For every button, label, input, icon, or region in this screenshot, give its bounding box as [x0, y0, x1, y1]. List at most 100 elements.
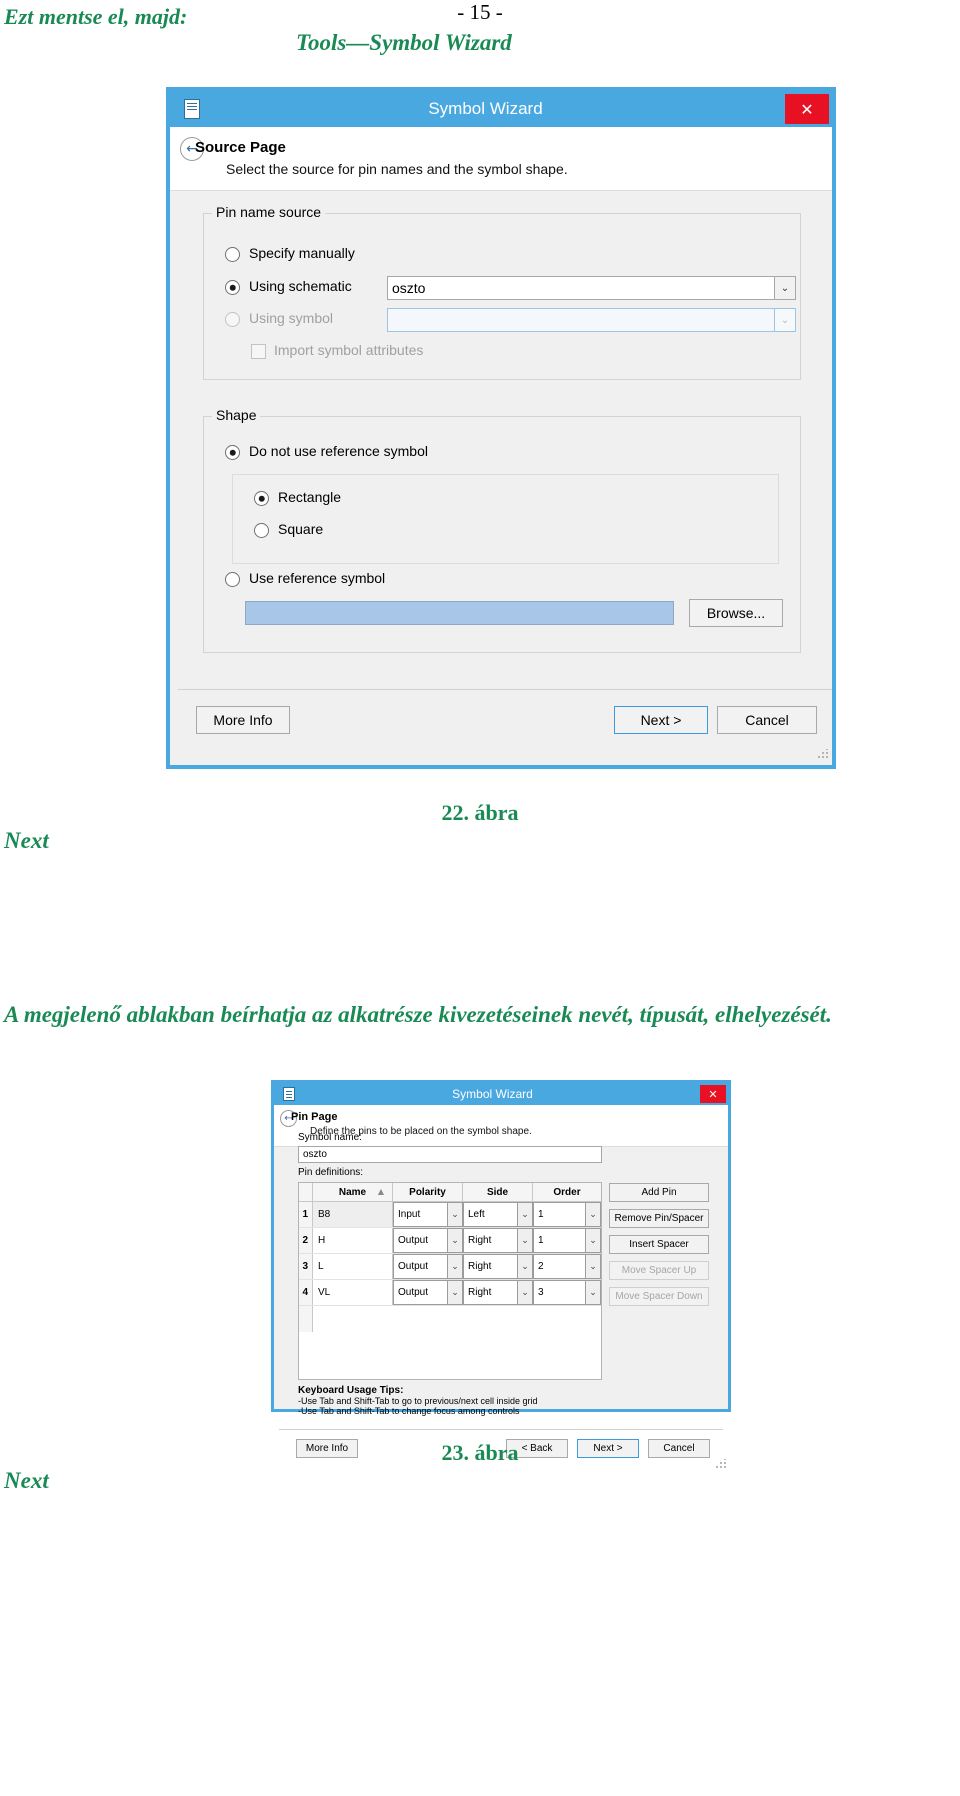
radio-using-symbol[interactable]: [225, 312, 240, 327]
cell-polarity[interactable]: Output ⌄: [393, 1254, 463, 1279]
shape-subgroup: Rectangle Square: [232, 474, 779, 564]
import-symbol-attributes-checkbox[interactable]: [251, 344, 266, 359]
paragraph-text: A megjelenő ablakban beírhatja az alkatr…: [4, 1002, 832, 1027]
radio-do-not-use-reference-symbol-label: Do not use reference symbol: [249, 443, 428, 459]
radio-specify-manually[interactable]: [225, 247, 240, 262]
pin-definitions-grid[interactable]: Name ▲ Polarity Side Order 1 B8 Input ⌄ …: [298, 1182, 602, 1380]
add-pin-button[interactable]: Add Pin: [609, 1183, 709, 1202]
chevron-down-icon-side[interactable]: ⌄: [518, 1254, 533, 1279]
move-spacer-up-label: Move Spacer Up: [621, 1265, 697, 1276]
symbol-wizard-pin-page-dialog[interactable]: Symbol Wizard ✕ ← Pin Page Define the pi…: [271, 1080, 731, 1469]
chevron-down-icon-order[interactable]: ⌄: [586, 1228, 601, 1253]
chevron-down-icon-symbol[interactable]: ⌄: [775, 308, 796, 332]
cell-side-value: Right: [463, 1228, 518, 1253]
remove-pin-spacer-button[interactable]: Remove Pin/Spacer: [609, 1209, 709, 1228]
chevron-down-icon-order[interactable]: ⌄: [586, 1254, 601, 1279]
document-icon: [283, 1087, 295, 1101]
radio-using-schematic-label: Using schematic: [249, 278, 352, 294]
schematic-combo-input[interactable]: oszto: [387, 276, 775, 300]
cell-order-value: 1: [533, 1202, 586, 1227]
radio-square[interactable]: [254, 523, 269, 538]
cell-polarity[interactable]: Output ⌄: [393, 1280, 463, 1305]
row-index: 2: [299, 1228, 313, 1253]
cell-order[interactable]: 2 ⌄: [533, 1254, 601, 1279]
cancel-button[interactable]: Cancel: [717, 706, 817, 734]
intro-text: Ezt mentse el, majd:: [4, 4, 188, 29]
cell-side[interactable]: Right ⌄: [463, 1254, 533, 1279]
grid-header-order[interactable]: Order: [533, 1183, 601, 1201]
cell-order[interactable]: 3 ⌄: [533, 1280, 601, 1305]
radio-do-not-use-reference-symbol[interactable]: [225, 445, 240, 460]
cell-side-value: Right: [463, 1254, 518, 1279]
radio-using-schematic[interactable]: [225, 280, 240, 295]
move-spacer-up-button[interactable]: Move Spacer Up: [609, 1261, 709, 1280]
titlebar-source-page[interactable]: Symbol Wizard ✕: [170, 91, 832, 127]
document-icon: [184, 99, 200, 119]
radio-specify-manually-label: Specify manually: [249, 245, 355, 261]
grid-empty-row: [299, 1306, 601, 1332]
chevron-down-icon-schematic[interactable]: ⌄: [775, 276, 796, 300]
cell-side[interactable]: Left ⌄: [463, 1202, 533, 1227]
pin-name-source-group: Pin name source Specify manually Using s…: [203, 204, 801, 380]
close-icon[interactable]: ✕: [785, 94, 829, 124]
import-symbol-attributes-label: Import symbol attributes: [274, 342, 424, 358]
symbol-combo-input[interactable]: [387, 308, 775, 332]
sort-ascending-icon: ▲: [377, 1187, 384, 1196]
grid-header-name[interactable]: Name ▲: [313, 1183, 393, 1201]
move-spacer-down-button[interactable]: Move Spacer Down: [609, 1287, 709, 1306]
browse-button[interactable]: Browse...: [689, 599, 783, 627]
chevron-down-icon-side[interactable]: ⌄: [518, 1280, 533, 1305]
grid-header-side[interactable]: Side: [463, 1183, 533, 1201]
table-row[interactable]: 3 L Output ⌄ Right ⌄ 2 ⌄: [299, 1254, 601, 1280]
chevron-down-icon-side[interactable]: ⌄: [518, 1228, 533, 1253]
chevron-down-icon-polarity[interactable]: ⌄: [448, 1254, 463, 1279]
cell-name[interactable]: VL: [313, 1280, 393, 1305]
next-annotation-1: Next: [4, 828, 49, 853]
grid-header-polarity[interactable]: Polarity: [393, 1183, 463, 1201]
cell-polarity-value: Input: [393, 1202, 448, 1227]
row-index: 3: [299, 1254, 313, 1279]
cell-name[interactable]: H: [313, 1228, 393, 1253]
chevron-down-icon-order[interactable]: ⌄: [586, 1280, 601, 1305]
tips-line-2: -Use Tab and Shift-Tab to change focus a…: [298, 1406, 520, 1416]
figure-22-caption: 22. ábra: [441, 800, 519, 825]
pin-name-source-legend: Pin name source: [212, 204, 326, 220]
cell-name[interactable]: L: [313, 1254, 393, 1279]
chevron-down-icon-polarity[interactable]: ⌄: [448, 1280, 463, 1305]
chevron-down-icon-polarity[interactable]: ⌄: [448, 1202, 463, 1227]
reference-symbol-input[interactable]: [245, 601, 674, 625]
titlebar-pin-page[interactable]: Symbol Wizard ✕: [274, 1083, 728, 1105]
next-label: Next >: [640, 712, 682, 728]
cell-side[interactable]: Right ⌄: [463, 1280, 533, 1305]
insert-spacer-button[interactable]: Insert Spacer: [609, 1235, 709, 1254]
grid-header-index: [299, 1183, 313, 1201]
resize-grip[interactable]: [818, 749, 828, 759]
row-index: 4: [299, 1280, 313, 1305]
cell-polarity[interactable]: Output ⌄: [393, 1228, 463, 1253]
chevron-down-icon-side[interactable]: ⌄: [518, 1202, 533, 1227]
page-title: Source Page: [195, 139, 286, 156]
chevron-down-icon-polarity[interactable]: ⌄: [448, 1228, 463, 1253]
chevron-down-icon-order[interactable]: ⌄: [586, 1202, 601, 1227]
radio-use-reference-symbol[interactable]: [225, 572, 240, 587]
keyboard-usage-tips: Keyboard Usage Tips: -Use Tab and Shift-…: [298, 1385, 537, 1416]
symbol-name-input[interactable]: oszto: [298, 1146, 602, 1163]
more-info-button[interactable]: More Info: [196, 706, 290, 734]
cell-name[interactable]: B8: [313, 1202, 393, 1227]
radio-square-label: Square: [278, 521, 324, 537]
radio-using-symbol-label: Using symbol: [249, 310, 334, 326]
tips-line-1: -Use Tab and Shift-Tab to go to previous…: [298, 1396, 538, 1406]
cell-polarity[interactable]: Input ⌄: [393, 1202, 463, 1227]
cell-order[interactable]: 1 ⌄: [533, 1202, 601, 1227]
cell-order[interactable]: 1 ⌄: [533, 1228, 601, 1253]
next-button[interactable]: Next >: [614, 706, 708, 734]
dialog-title: Symbol Wizard: [428, 99, 543, 118]
close-icon[interactable]: ✕: [700, 1085, 726, 1103]
symbol-wizard-source-page-dialog[interactable]: Symbol Wizard ✕ ← Source Page Select the…: [166, 87, 836, 769]
table-row[interactable]: 1 B8 Input ⌄ Left ⌄ 1 ⌄: [299, 1202, 601, 1228]
radio-rectangle[interactable]: [254, 491, 269, 506]
table-row[interactable]: 2 H Output ⌄ Right ⌄ 1 ⌄: [299, 1228, 601, 1254]
table-row[interactable]: 4 VL Output ⌄ Right ⌄ 3 ⌄: [299, 1280, 601, 1306]
cell-side[interactable]: Right ⌄: [463, 1228, 533, 1253]
add-pin-label: Add Pin: [641, 1187, 677, 1198]
